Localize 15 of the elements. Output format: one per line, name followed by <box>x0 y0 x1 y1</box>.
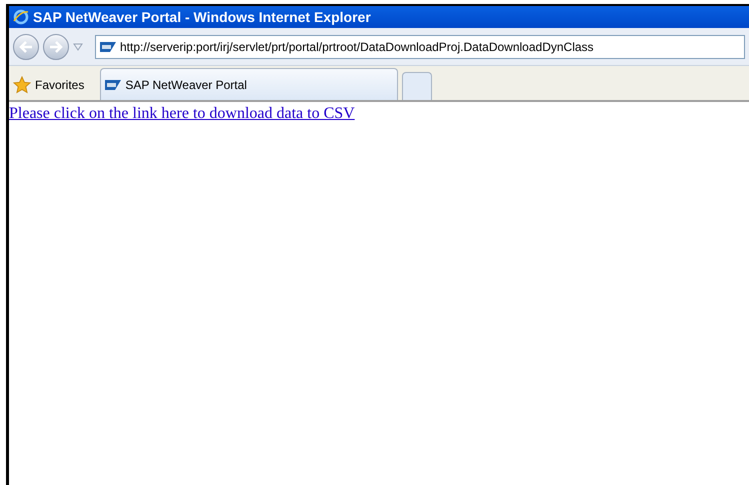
forward-button[interactable] <box>43 34 69 60</box>
left-arrow-icon <box>19 40 33 52</box>
window-title: SAP NetWeaver Portal - Windows Internet Explorer <box>33 8 371 27</box>
new-tab-button[interactable] <box>402 72 432 100</box>
right-arrow-icon <box>49 40 63 52</box>
tab[interactable]: SAP NetWeaver Portal <box>100 68 398 100</box>
sap-logo-icon <box>100 42 116 52</box>
back-button[interactable] <box>13 34 39 60</box>
address-field[interactable]: http://serverip:port/irj/servlet/prt/portal/prtroot/DataDownloadProj.DataDownloadDynClass <box>95 34 745 58</box>
browser-logo-icon <box>13 9 29 25</box>
star-icon <box>13 76 31 94</box>
sap-logo-icon <box>105 80 122 90</box>
dropdown-arrow-icon[interactable] <box>73 42 83 50</box>
download-link[interactable]: Please click on the link here to download data to CSV <box>9 105 355 122</box>
favorites-button[interactable]: Favorites <box>13 70 84 100</box>
